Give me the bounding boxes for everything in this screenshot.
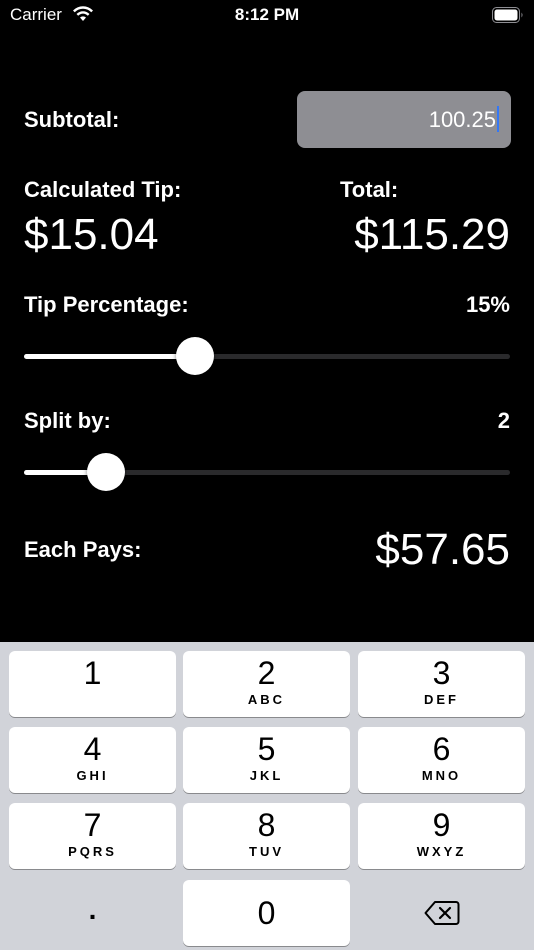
calculated-tip-label: Calculated Tip: xyxy=(24,177,182,202)
tip-percentage-value: 15% xyxy=(465,292,510,317)
slider-thumb[interactable] xyxy=(176,337,215,375)
battery-icon xyxy=(492,7,523,23)
key-1[interactable]: 1 xyxy=(9,651,176,717)
decimal-key[interactable]: . xyxy=(9,880,176,946)
key-5[interactable]: 5 JKL xyxy=(183,727,350,793)
total-value: $115.29 xyxy=(354,210,510,259)
key-9[interactable]: 9 WXYZ xyxy=(358,803,525,869)
tip-percentage-label: Tip Percentage: xyxy=(24,292,189,317)
key-6[interactable]: 6 MNO xyxy=(358,727,525,793)
key-0[interactable]: 0 xyxy=(183,880,350,946)
key-8[interactable]: 8 TUV xyxy=(183,803,350,869)
each-pays-label: Each Pays: xyxy=(24,537,142,562)
subtotal-value: 100.25 xyxy=(428,107,496,132)
subtotal-label: Subtotal: xyxy=(24,107,120,132)
status-bar: Carrier 8:12 PM xyxy=(0,0,534,32)
delete-key[interactable] xyxy=(358,880,525,946)
total-label: Total: xyxy=(340,177,399,202)
key-4[interactable]: 4 GHI xyxy=(9,727,176,793)
delete-backspace-icon xyxy=(424,901,459,925)
each-pays-value: $57.65 xyxy=(375,525,510,574)
split-by-label: Split by: xyxy=(24,408,111,433)
slider-thumb[interactable] xyxy=(86,453,125,491)
split-by-value: 2 xyxy=(497,408,510,433)
numeric-keypad: 1 2 ABC 3 DEF 4 GHI 5 JKL 6 MNO 7 PQRS 8… xyxy=(0,642,534,950)
text-caret xyxy=(497,106,499,133)
key-7[interactable]: 7 PQRS xyxy=(9,803,176,869)
calculated-tip-value: $15.04 xyxy=(24,210,159,259)
status-time: 8:12 PM xyxy=(234,5,300,24)
key-3[interactable]: 3 DEF xyxy=(358,651,525,717)
slider-fill xyxy=(24,354,196,359)
tip-percentage-slider[interactable] xyxy=(24,336,510,376)
key-2[interactable]: 2 ABC xyxy=(183,651,350,717)
subtotal-input[interactable]: 100.25 xyxy=(297,91,511,148)
split-by-slider[interactable] xyxy=(24,452,510,492)
